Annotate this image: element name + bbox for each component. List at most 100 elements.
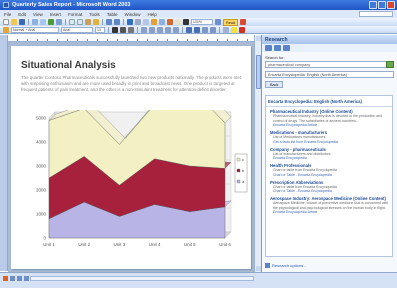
menu-view[interactable]: View [33,12,43,17]
document-page[interactable]: Situational Analysis The quarter Contoso… [11,46,251,269]
redo-icon[interactable] [114,19,120,25]
result-item[interactable]: Health Professionals Chart or table from… [266,161,392,178]
result-link[interactable]: Chart or Table - Encarta Encyclopedia [270,173,390,177]
pane-navigation [262,44,397,52]
paste-icon[interactable] [85,19,91,25]
embedded-chart[interactable]: 0 1000 2000 3000 4000 5000 Unit 1 Unit 2 Unit 3 U… [21,110,249,258]
document-map-icon[interactable] [175,19,181,25]
font-combo[interactable]: Arial [61,26,93,33]
result-item[interactable]: Aerospace Industry: Aerospace Medicine (… [266,194,392,215]
italic-icon[interactable] [120,26,126,33]
menu-file[interactable]: File [4,12,11,17]
menu-tools[interactable]: Tools [89,12,100,17]
maximize-icon[interactable] [378,1,386,9]
open-folder-icon[interactable] [11,19,17,25]
spelling-icon[interactable] [48,19,54,25]
search-go-icon[interactable] [386,61,394,68]
document-area: Situational Analysis The quarter Contoso… [8,42,254,272]
increase-indent-icon[interactable] [210,26,216,33]
menu-help[interactable]: Help [148,12,157,17]
research-pane-title: Research [265,36,288,43]
help-search-box[interactable] [359,11,393,17]
menu-table[interactable]: Table [107,12,118,17]
view-buttons [3,276,29,281]
pane-forward-icon[interactable] [274,45,281,51]
result-link[interactable]: Get a facts list from Encarta Encycloped… [270,140,390,144]
research-options-label[interactable]: Research options... [272,263,306,268]
result-item[interactable]: Prescription Abbreviations Chart or tabl… [266,178,392,195]
tables-borders-icon[interactable] [135,19,141,25]
undo-icon[interactable] [106,19,112,25]
result-item[interactable]: Pharmaceutical Industry (Online Content)… [266,107,392,128]
pane-home-icon[interactable] [283,45,290,51]
result-link[interactable]: Chart or Table - Encarta Encyclopedia [270,189,390,193]
close-doc-icon[interactable] [240,19,247,25]
highlight-icon[interactable] [231,26,237,33]
x-tick-label: Unit 6 [219,242,231,247]
minimize-icon[interactable] [369,1,377,9]
zoom-combo[interactable]: 100% [191,19,213,25]
research-options-link[interactable]: Research options... [265,263,306,268]
bold-icon[interactable] [112,26,118,33]
result-item[interactable]: Medications - manufacturers List of Medi… [266,128,392,145]
insert-excel-icon[interactable] [151,19,157,25]
justify-icon[interactable] [165,26,171,33]
menu-edit[interactable]: Edit [18,12,26,17]
menu-format[interactable]: Format [68,12,82,17]
styles-pane-icon[interactable] [3,26,9,33]
hyperlink-icon[interactable] [127,19,133,25]
web-layout-icon[interactable] [10,276,15,281]
help-icon[interactable] [215,19,221,25]
result-link[interactable]: Encarta Encyclopedia Article [270,123,390,127]
drawing-icon[interactable] [167,19,173,25]
print-layout-icon[interactable] [17,276,22,281]
research-icon[interactable] [56,19,62,25]
align-center-icon[interactable] [149,26,155,33]
menu-window[interactable]: Window [125,12,141,17]
insert-table-icon[interactable] [143,19,149,25]
normal-view-icon[interactable] [3,276,8,281]
cut-icon[interactable] [69,19,75,25]
window-title: Quarterly Sales Report - Microsoft Word … [12,2,131,8]
horizontal-ruler[interactable] [8,35,254,42]
borders-icon[interactable] [223,26,229,33]
show-hide-icon[interactable] [183,19,189,25]
style-combo[interactable]: Normal + Arial [11,26,59,33]
research-back-button[interactable]: Back [265,81,284,88]
search-for-label: Search for: [265,55,285,60]
menu-insert[interactable]: Insert [50,12,61,17]
line-spacing-icon[interactable] [173,26,179,33]
print-preview-icon[interactable] [40,19,46,25]
underline-icon[interactable] [128,26,134,33]
font-size-combo[interactable]: 10 [95,26,105,33]
align-left-icon[interactable] [141,26,147,33]
decrease-indent-icon[interactable] [202,26,208,33]
read-button[interactable]: Read [223,18,239,26]
format-painter-icon[interactable] [93,19,99,25]
research-source-select[interactable]: Encarta Encyclopedia: English (North Ame… [265,71,394,78]
pane-back-icon[interactable] [265,45,272,51]
numbering-icon[interactable] [186,26,192,33]
columns-icon[interactable] [159,19,165,25]
print-icon[interactable] [32,19,38,25]
vertical-ruler [0,35,8,271]
research-search-value: pharmaceutical company [268,63,311,67]
horizontal-scrollbar[interactable] [30,276,254,281]
new-document-icon[interactable] [3,19,9,25]
copy-icon[interactable] [77,19,83,25]
result-item[interactable]: Company - pharmaceuticals List of manufa… [266,145,392,162]
font-color-icon[interactable] [239,26,245,33]
close-icon[interactable] [387,1,395,9]
result-link[interactable]: Encarta Encyclopedia Article [270,210,390,214]
save-icon[interactable] [19,19,25,25]
vertical-scrollbar[interactable] [254,35,261,272]
legend-swatch [236,168,241,173]
x-tick-label: Unit 4 [149,242,161,247]
align-right-icon[interactable] [157,26,163,33]
bullets-icon[interactable] [194,26,200,33]
result-description: Pharmaceutical Industry, industry that i… [273,114,383,123]
result-link[interactable]: Encarta Encyclopedia [270,156,390,160]
outline-view-icon[interactable] [24,276,29,281]
results-source-header[interactable]: Encarta Encyclopedia: English (North Ame… [266,96,392,107]
research-search-input[interactable]: pharmaceutical company [265,61,394,68]
